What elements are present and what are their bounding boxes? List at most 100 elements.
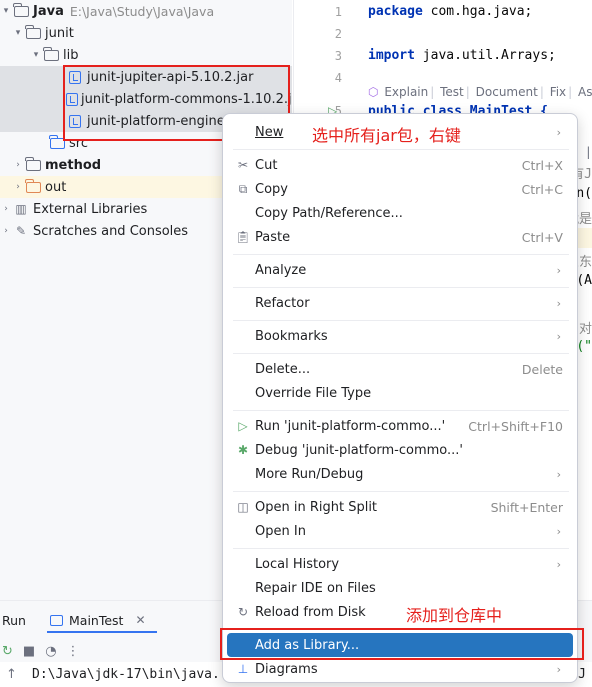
menu-item-local-history[interactable]: Local History › xyxy=(227,552,573,576)
menu-item-more-run-debug[interactable]: More Run/Debug › xyxy=(227,462,573,486)
chevron-right-icon: › xyxy=(556,329,561,343)
annotation-add-to-repo: 添加到仓库中 xyxy=(406,606,503,625)
tab-label: MainTest xyxy=(69,612,124,628)
line-number: 3 xyxy=(334,49,342,63)
tree-label-method: method xyxy=(45,157,102,173)
code-line-package: package com.hga.java; xyxy=(368,4,532,19)
shortcut: Ctrl+Shift+F10 xyxy=(468,418,563,434)
hint-ask[interactable]: Ask xyxy=(578,85,592,99)
diagram-icon: ⊥ xyxy=(237,662,249,676)
run-icon: ▷ xyxy=(238,419,248,433)
tree-label-junit: junit xyxy=(45,25,74,41)
menu-label: Refactor xyxy=(255,295,310,311)
keyword: import xyxy=(368,48,415,63)
hint-explain[interactable]: Explain xyxy=(384,85,428,99)
shortcut: Ctrl+V xyxy=(521,229,563,245)
chevron-right-icon[interactable]: › xyxy=(0,204,12,214)
menu-item-analyze[interactable]: Analyze › xyxy=(227,258,573,282)
tree-label-java: Java xyxy=(33,3,64,19)
tree-row-java[interactable]: ▾ Java E:\Java\Study\Java\Java xyxy=(0,0,292,22)
chevron-right-icon: › xyxy=(556,263,561,277)
chevron-right-icon: › xyxy=(556,524,561,538)
code-text: java.util.Arrays; xyxy=(414,48,556,63)
chevron-right-icon: › xyxy=(556,125,561,139)
chevron-right-icon[interactable]: › xyxy=(12,182,24,192)
excluded-folder-icon xyxy=(24,178,42,195)
chevron-right-icon[interactable]: › xyxy=(0,226,12,236)
menu-separator xyxy=(233,353,569,354)
menu-label: New xyxy=(255,124,284,140)
chevron-right-icon: › xyxy=(556,557,561,571)
menu-label: More Run/Debug xyxy=(255,466,364,482)
menu-item-open-right-split[interactable]: ◫ Open in Right Split Shift+Enter xyxy=(227,495,573,519)
code-text: com.hga.java; xyxy=(422,4,533,19)
chevron-down-icon[interactable]: ▾ xyxy=(0,6,12,16)
shortcut: Ctrl+C xyxy=(521,181,563,197)
menu-item-open-in[interactable]: Open In › xyxy=(227,519,573,543)
folder-icon xyxy=(12,2,30,19)
line-number: 1 xyxy=(334,5,342,19)
menu-item-copy-path[interactable]: Copy Path/Reference... xyxy=(227,201,573,225)
code-line-import: import java.util.Arrays; xyxy=(368,48,556,63)
menu-item-debug[interactable]: ✱ Debug 'junit-platform-commo...' xyxy=(227,438,573,462)
code-fragment: (" xyxy=(576,339,592,354)
menu-item-override-file-type[interactable]: Override File Type xyxy=(227,381,573,405)
menu-item-bookmarks[interactable]: Bookmarks › xyxy=(227,324,573,348)
split-icon: ◫ xyxy=(237,500,249,514)
run-toolbar: ↻ ■ ◔ ⋮ xyxy=(0,639,80,663)
shortcut: Delete xyxy=(521,361,563,377)
tree-row-junit[interactable]: ▾ junit xyxy=(0,22,292,44)
reload-icon: ↻ xyxy=(237,605,249,619)
menu-label: Diagrams xyxy=(255,661,318,677)
scroll-up-icon[interactable]: ↑ xyxy=(6,667,17,682)
menu-item-reload-from-disk[interactable]: ↻ Reload from Disk xyxy=(227,600,573,624)
menu-label: Run 'junit-platform-commo...' xyxy=(255,418,446,434)
menu-label: Open In xyxy=(255,523,306,539)
paste-icon: 📋︎ xyxy=(235,230,251,244)
menu-item-refactor[interactable]: Refactor › xyxy=(227,291,573,315)
chevron-down-icon[interactable]: ▾ xyxy=(30,50,42,60)
close-icon[interactable]: ✕ xyxy=(135,613,145,627)
debug-icon: ✱ xyxy=(237,443,249,457)
menu-item-cut[interactable]: ✂ Cut Ctrl+X xyxy=(227,153,573,177)
line-number: 2 xyxy=(334,27,342,41)
tree-label-lib: lib xyxy=(63,47,79,63)
tab-maintest[interactable]: MainTest ✕ xyxy=(42,613,154,628)
hint-test[interactable]: Test xyxy=(440,85,464,99)
menu-label: Copy Path/Reference... xyxy=(255,205,403,221)
menu-label: Bookmarks xyxy=(255,328,328,344)
folder-icon xyxy=(24,156,42,173)
tree-row-lib[interactable]: ▾ lib xyxy=(0,44,292,66)
menu-label: Paste xyxy=(255,229,291,245)
rerun-icon[interactable]: ↻ xyxy=(2,644,13,659)
menu-item-delete[interactable]: Delete... Delete xyxy=(227,357,573,381)
cut-icon: ✂ xyxy=(237,158,249,172)
scratches-icon: ✎ xyxy=(15,224,27,238)
code-fragment: n( xyxy=(576,186,592,201)
library-icon: ▥ xyxy=(15,202,27,216)
menu-item-diagrams[interactable]: ⊥ Diagrams › xyxy=(227,657,573,681)
chevron-right-icon: › xyxy=(556,296,561,310)
menu-separator xyxy=(233,254,569,255)
hint-document[interactable]: Document xyxy=(476,85,538,99)
menu-label: Analyze xyxy=(255,262,307,278)
chevron-down-icon[interactable]: ▾ xyxy=(12,28,24,38)
menu-item-paste[interactable]: 📋︎ Paste Ctrl+V xyxy=(227,225,573,249)
menu-item-run[interactable]: ▷ Run 'junit-platform-commo...' Ctrl+Shi… xyxy=(227,414,573,438)
more-options-icon[interactable]: ⋮ xyxy=(67,644,80,659)
shortcut: Shift+Enter xyxy=(490,499,563,515)
active-tab-indicator xyxy=(47,631,157,633)
keyword: package xyxy=(368,4,423,19)
menu-separator xyxy=(233,287,569,288)
chevron-right-icon[interactable]: › xyxy=(12,160,24,170)
code-fragment: (A xyxy=(576,273,592,288)
menu-item-repair-ide[interactable]: Repair IDE on Files xyxy=(227,576,573,600)
menu-label: Reload from Disk xyxy=(255,604,366,620)
menu-item-copy[interactable]: ⧉ Copy Ctrl+C xyxy=(227,177,573,201)
menu-label: Override File Type xyxy=(255,385,372,401)
stop-icon[interactable]: ■ xyxy=(23,644,35,659)
highlight-marker xyxy=(578,228,592,248)
coverage-icon[interactable]: ◔ xyxy=(45,644,56,659)
menu-label: Local History xyxy=(255,556,340,572)
hint-fix[interactable]: Fix xyxy=(550,85,566,99)
